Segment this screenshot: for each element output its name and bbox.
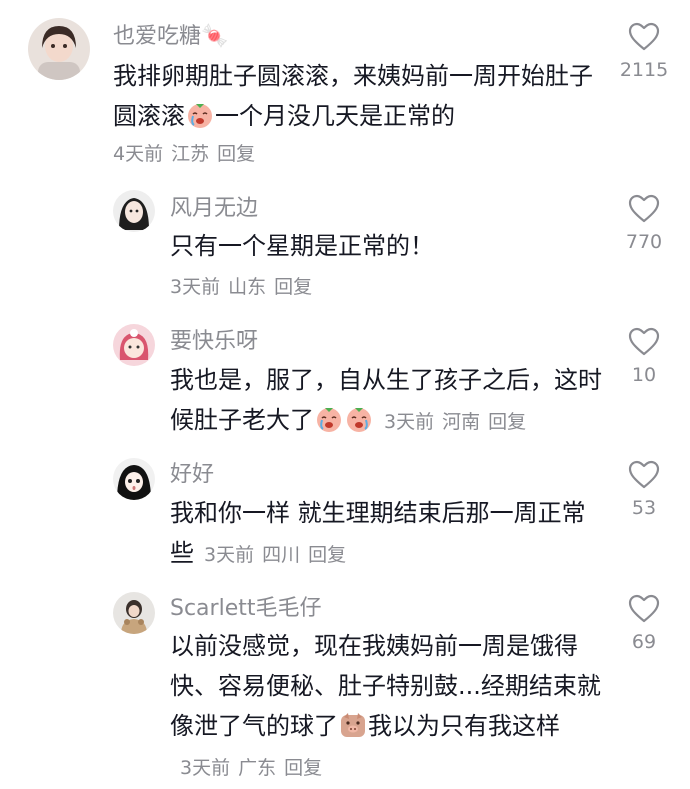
reply-button[interactable]: 回复 [488,411,526,433]
heart-outline-icon[interactable] [628,327,660,357]
like-count: 770 [625,231,663,253]
crying-face-emoji [315,405,343,433]
avatar[interactable] [113,592,155,634]
crying-face-emoji [186,101,214,129]
username[interactable]: 风月无边 [170,194,258,224]
comment-text: 以前没感觉，现在我姨妈前一周是饿得快、容易便秘、肚子特别鼓...经期结束就像泄了… [170,626,602,788]
comment-location: 四川 [262,544,301,566]
reply-button[interactable]: 回复 [217,143,255,165]
comment-text: 我和你一样 就生理期结束后那一周正常些 3天前 四川 回复 [170,493,600,575]
like-button[interactable]: 69 [614,594,674,654]
pig-face-emoji [339,711,367,739]
comment-location: 河南 [442,411,481,433]
comment-meta: 4天前 江苏 回复 [113,139,263,169]
comment-time: 3天前 [180,757,231,779]
comment-location: 广东 [238,757,277,779]
crying-face-emoji [345,405,373,433]
username[interactable]: 也爱吃糖🍬 [113,22,228,52]
comment-text: 我也是，服了，自从生了孩子之后，这时候肚子老大了 3天前 河南 回复 [170,360,610,442]
comment-location: 江苏 [171,143,210,165]
avatar[interactable] [28,18,90,80]
comment-text-part: 一个月没几天是正常的 [215,102,455,130]
comment-meta: 3天前 山东 回复 [170,272,320,302]
username[interactable]: 好好 [170,460,214,490]
comment-meta: 3天前 河南 回复 [384,411,534,433]
comment-meta: 3天前 广东 回复 [180,757,330,779]
comment-meta: 3天前 四川 回复 [204,544,354,566]
avatar[interactable] [113,458,155,500]
like-count: 10 [631,364,657,386]
username[interactable]: 要快乐呀 [170,327,258,357]
like-count: 2115 [619,59,669,81]
like-button[interactable]: 770 [614,194,674,254]
comment-location: 山东 [228,276,267,298]
reply-button[interactable]: 回复 [284,757,322,779]
comment-time: 3天前 [204,544,255,566]
heart-outline-icon[interactable] [628,194,660,224]
like-button[interactable]: 10 [614,327,674,387]
heart-outline-icon[interactable] [628,460,660,490]
comment-text: 我排卵期肚子圆滚滚，来姨妈前一周开始肚子圆滚滚 一个月没几天是正常的 [113,56,593,136]
comment-text-part: 我以为只有我这样 [368,712,560,740]
like-count: 69 [631,631,657,653]
heart-outline-icon[interactable] [628,594,660,624]
like-button[interactable]: 53 [614,460,674,520]
heart-outline-icon[interactable] [628,22,660,52]
comment-time: 4天前 [113,143,164,165]
like-button[interactable]: 2115 [614,22,674,82]
username[interactable]: Scarlett毛毛仔 [170,594,322,624]
avatar[interactable] [113,324,155,366]
comment-time: 3天前 [384,411,435,433]
comment-time: 3天前 [170,276,221,298]
comment-text: 只有一个星期是正常的！ [170,232,434,260]
reply-button[interactable]: 回复 [308,544,346,566]
like-count: 53 [631,497,657,519]
avatar[interactable] [113,190,155,232]
reply-button[interactable]: 回复 [274,276,312,298]
